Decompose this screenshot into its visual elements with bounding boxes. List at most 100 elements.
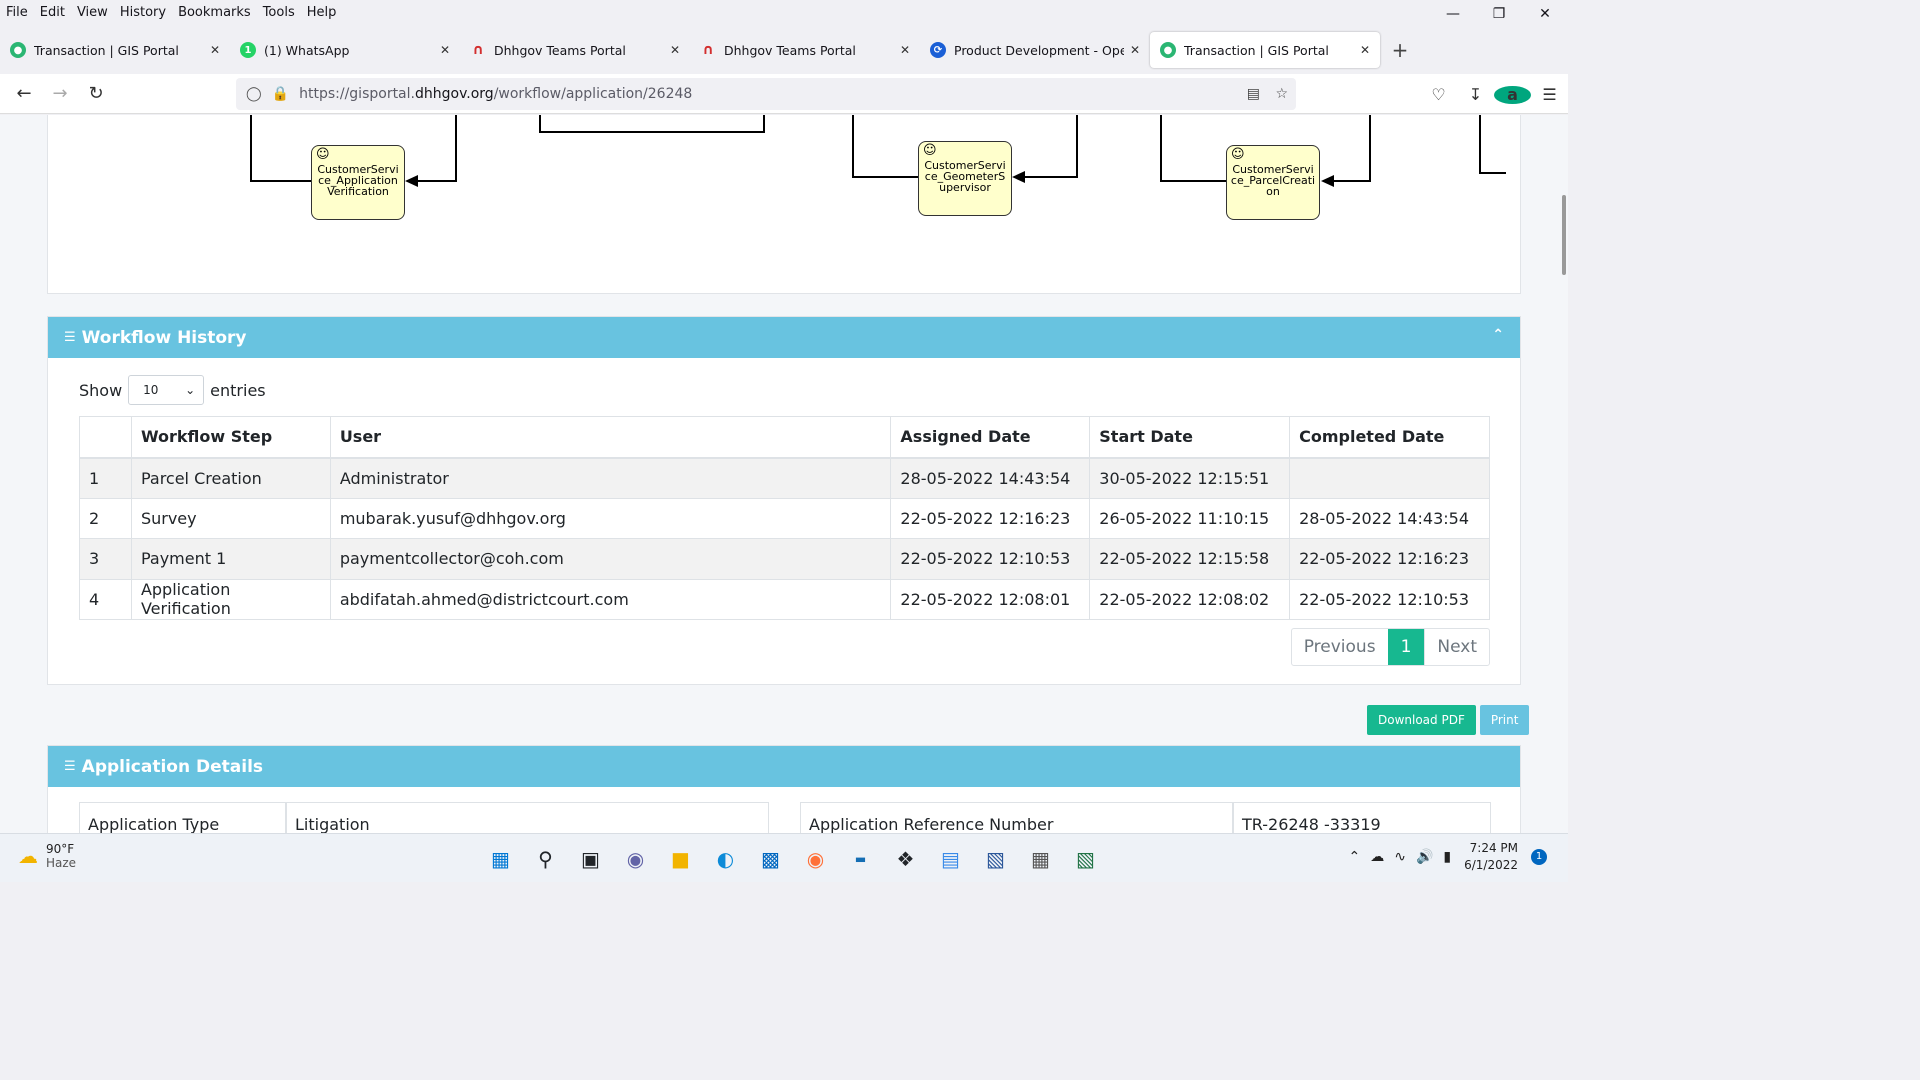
amazon-icon[interactable]: ▬ [838,843,883,875]
diagram-node-parcel-creation[interactable]: ☺ CustomerServi ce_ParcelCreati on [1226,145,1320,220]
menu-edit[interactable]: Edit [34,5,71,20]
column-header-completed-date[interactable]: Completed Date [1289,416,1490,459]
battery-icon[interactable]: ▮ [1443,849,1451,865]
cell-index: 3 [79,538,132,580]
print-button[interactable]: Print [1479,705,1530,735]
edge-browser-icon[interactable]: ◐ [703,843,748,875]
menu-file[interactable]: File [0,5,34,20]
firefox-icon[interactable]: ◉ [793,843,838,875]
weather-condition: Haze [46,856,77,870]
weather-widget[interactable]: ☁ 90°F Haze [18,842,76,870]
column-header-assigned-date[interactable]: Assigned Date [890,416,1091,459]
column-header-index[interactable] [79,416,132,459]
page-size-select[interactable]: 10 ⌄ [128,375,205,405]
cell-start-date: 22-05-2022 12:15:58 [1089,538,1291,580]
notification-badge[interactable]: 1 [1531,849,1547,865]
minimize-icon[interactable]: — [1430,0,1476,28]
scrollbar-thumb[interactable] [1562,195,1566,275]
tab-teams-portal-2[interactable]: ∩ Dhhgov Teams Portal ✕ [690,32,920,68]
new-tab-plus-icon[interactable]: + [1380,38,1420,62]
tab-whatsapp[interactable]: 1 (1) WhatsApp ✕ [230,32,460,68]
account-avatar-icon[interactable]: a [1494,85,1531,104]
file-explorer-icon[interactable]: ■ [658,843,703,875]
close-tab-icon[interactable]: ✕ [900,43,910,57]
list-icon: ☰ [64,330,76,345]
collapse-chevron-icon[interactable]: ⌃ [1492,327,1504,343]
tray-chevron-up-icon[interactable]: ⌃ [1348,849,1360,865]
column-header-workflow-step[interactable]: Workflow Step [130,416,331,459]
download-icon[interactable]: ↧ [1457,85,1494,104]
back-arrow-icon[interactable]: ← [6,83,42,104]
calculator-icon[interactable]: ▦ [1018,843,1063,875]
search-icon[interactable]: ⚲ [523,843,568,875]
close-tab-icon[interactable]: ✕ [440,43,450,57]
cell-start-date: 26-05-2022 11:10:15 [1089,497,1291,539]
cell-user: paymentcollector@coh.com [329,538,892,580]
cell-workflow-step: Survey [130,497,331,539]
bookmark-star-icon[interactable]: ☆ [1275,86,1288,102]
notepad-icon[interactable]: ▤ [928,843,973,875]
teams-portal-favicon-icon: ∩ [702,42,714,58]
excel-icon[interactable]: ▧ [1063,843,1108,875]
menu-history[interactable]: History [114,5,172,20]
menu-bar: File Edit View History Bookmarks Tools H… [0,0,1568,24]
tab-title: Product Development - Operati [954,42,1124,58]
page-scrollbar[interactable] [1560,115,1568,833]
application-details-header[interactable]: ☰ Application Details [48,746,1520,787]
previous-page-button[interactable]: Previous [1292,629,1388,665]
diagram-node-geometer-supervisor[interactable]: ☺ CustomerServi ce_GeometerS upervisor [918,141,1012,216]
node-label: CustomerServi ce_Application Verificatio… [317,163,399,198]
clock-date: 6/1/2022 [1464,858,1518,872]
entries-label: entries [210,380,266,400]
close-tab-icon[interactable]: ✕ [1130,43,1140,57]
node-label: CustomerServi ce_GeometerS upervisor [924,159,1006,194]
close-tab-icon[interactable]: ✕ [1360,43,1370,57]
menu-tools[interactable]: Tools [257,5,301,20]
menu-view[interactable]: View [71,5,114,20]
clock-time: 7:24 PM [1469,841,1518,855]
tab-gis-portal-active[interactable]: ● Transaction | GIS Portal ✕ [1150,32,1380,68]
address-bar[interactable]: ◯ 🔒 https://gisportal. dhhgov.org/workflo… [236,78,1296,110]
windows-start-icon[interactable]: ▦ [478,843,523,875]
tab-product-development[interactable]: ⟳ Product Development - Operati ✕ [920,32,1150,68]
hamburger-menu-icon[interactable]: ☰ [1531,85,1568,104]
shield-icon[interactable]: ◯ [246,86,262,102]
lock-icon[interactable]: 🔒 [272,86,289,102]
current-page-button[interactable]: 1 [1387,629,1425,665]
url-host: dhhgov.org [414,86,494,102]
reload-icon[interactable]: ↻ [78,83,114,104]
menu-help[interactable]: Help [301,5,343,20]
close-window-icon[interactable]: ✕ [1522,0,1568,28]
pocket-icon[interactable]: ♡ [1420,85,1457,104]
onedrive-cloud-icon[interactable]: ☁ [1370,849,1384,865]
column-header-start-date[interactable]: Start Date [1089,416,1291,459]
menu-bookmarks[interactable]: Bookmarks [172,5,257,20]
reader-view-icon[interactable]: ▤ [1247,86,1260,102]
system-clock[interactable]: 7:24 PM 6/1/2022 [1464,840,1518,874]
taskbar-apps: ▦ ⚲ ▣ ◉ ■ ◐ ▩ ◉ ▬ ❖ ▤ ▧ ▦ ▧ [478,843,1108,875]
url-path: /workflow/application/26248 [493,86,693,102]
cell-workflow-step: Application Verification [130,578,331,620]
workflow-history-header[interactable]: ☰ Workflow History ⌃ [48,317,1520,358]
workflow-history-card: ☰ Workflow History ⌃ Show 10 ⌄ entries W… [47,316,1521,685]
task-view-icon[interactable]: ▣ [568,843,613,875]
next-page-button[interactable]: Next [1424,629,1489,665]
close-tab-icon[interactable]: ✕ [210,43,220,57]
forward-arrow-icon[interactable]: → [42,83,78,104]
close-tab-icon[interactable]: ✕ [670,43,680,57]
restore-icon[interactable]: ❐ [1476,0,1522,28]
tab-gis-portal-1[interactable]: ● Transaction | GIS Portal ✕ [0,32,230,68]
speaker-icon[interactable]: 🔊 [1416,849,1433,865]
card-title: Workflow History [81,327,247,348]
windows-taskbar: ☁ 90°F Haze ▦ ⚲ ▣ ◉ ■ ◐ ▩ ◉ ▬ ❖ ▤ ▧ ▦ ▧ … [0,833,1568,882]
teams-chat-icon[interactable]: ◉ [613,843,658,875]
diagram-node-application-verification[interactable]: ☺ CustomerServi ce_Application Verificat… [311,145,405,220]
dropbox-icon[interactable]: ❖ [883,843,928,875]
microsoft-store-icon[interactable]: ▩ [748,843,793,875]
word-icon[interactable]: ▧ [973,843,1018,875]
tab-teams-portal-1[interactable]: ∩ Dhhgov Teams Portal ✕ [460,32,690,68]
download-pdf-button[interactable]: Download PDF [1367,705,1476,735]
wifi-icon[interactable]: ∿ [1394,849,1406,865]
table-row: 3 Payment 1 paymentcollector@coh.com 22-… [79,538,1490,580]
column-header-user[interactable]: User [329,416,892,459]
